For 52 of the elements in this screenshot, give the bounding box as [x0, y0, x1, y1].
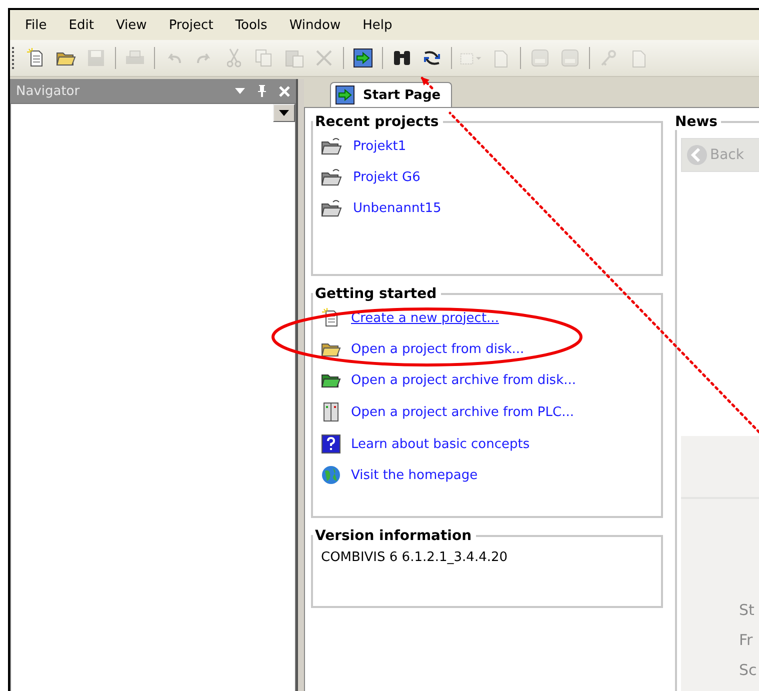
printer-icon: [125, 49, 145, 67]
action-link[interactable]: Visit the homepage: [351, 468, 478, 482]
menu-item[interactable]: File: [14, 18, 58, 32]
menu-item[interactable]: Help: [352, 18, 404, 32]
action-link[interactable]: Create a new project...: [351, 310, 499, 326]
action-link[interactable]: Open a project archive from disk...: [351, 372, 576, 388]
news-label: St: [739, 601, 756, 619]
page-icon: [492, 48, 510, 68]
tab[interactable]: Start Page: [330, 82, 452, 107]
project-link[interactable]: Projekt G6: [353, 170, 420, 184]
replace-icon: [422, 48, 442, 68]
folder-icon: [321, 136, 343, 156]
menu-item[interactable]: Edit: [58, 18, 105, 32]
action-link[interactable]: Open a project from disk...: [351, 342, 524, 356]
project-link[interactable]: Projekt1: [353, 138, 406, 154]
paste-icon: [284, 48, 304, 68]
device-icon: [530, 48, 550, 68]
undo-icon: [165, 51, 183, 65]
help-icon: [321, 434, 341, 454]
toolbar-grip[interactable]: [12, 47, 17, 69]
folder-icon: [321, 198, 343, 218]
dropdown-button[interactable]: [273, 104, 296, 122]
dropdown-icon[interactable]: [235, 88, 246, 94]
globe-icon: [321, 465, 341, 485]
group-title: News: [674, 114, 718, 130]
redo-icon: [195, 51, 213, 65]
menu-item[interactable]: Window: [278, 18, 352, 32]
save-icon: [87, 49, 105, 67]
close-icon[interactable]: [279, 86, 290, 96]
copy-icon: [255, 49, 273, 67]
device-icon: [560, 48, 580, 68]
device-icon: [321, 401, 341, 423]
page-icon: [630, 48, 648, 68]
version-text: COMBIVIS 6 6.1.2.1_3.4.4.20: [321, 550, 509, 565]
delete-icon: [315, 49, 333, 67]
news-label: Fr: [739, 631, 754, 649]
project-link[interactable]: Unbenannt15: [353, 200, 442, 216]
menu-item[interactable]: View: [104, 18, 158, 32]
key-icon: [600, 49, 618, 67]
action-link[interactable]: Open a project archive from PLC...: [351, 404, 574, 420]
panel-title: Navigator: [16, 84, 81, 98]
group-title: Getting started: [314, 286, 438, 302]
menu-item[interactable]: Tools: [224, 18, 278, 32]
news-label: Sc: [739, 661, 758, 679]
pin-icon[interactable]: [257, 85, 268, 97]
group-title: Version information: [314, 528, 473, 544]
caret-icon: [279, 110, 290, 116]
folder-icon: [321, 167, 343, 187]
scissors-icon: [227, 48, 241, 68]
menu-item[interactable]: Project: [158, 18, 224, 32]
action-link[interactable]: Learn about basic concepts: [351, 436, 530, 452]
group-title: Recent projects: [314, 114, 440, 130]
